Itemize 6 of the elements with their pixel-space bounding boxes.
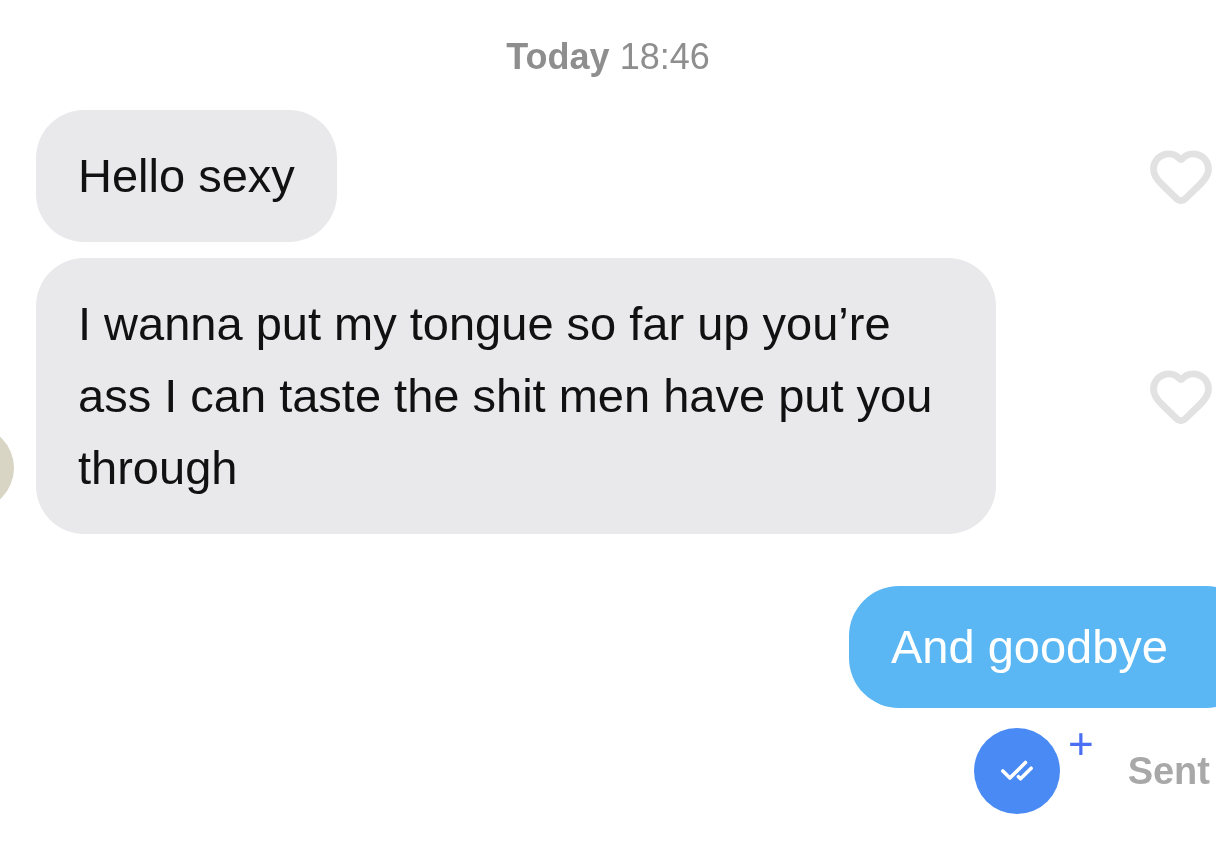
sent-message-bubble: And goodbye [848, 586, 1216, 708]
received-message-bubble: I wanna put my tongue so far up you’re ass I can taste the shit men have put you through [36, 258, 996, 534]
date-header: Today 18:46 [506, 35, 710, 79]
sent-status: Sent [1127, 748, 1210, 794]
received-message-bubble: Hello sexy [36, 110, 337, 242]
plus-sign[interactable]: + [1067, 722, 1094, 766]
